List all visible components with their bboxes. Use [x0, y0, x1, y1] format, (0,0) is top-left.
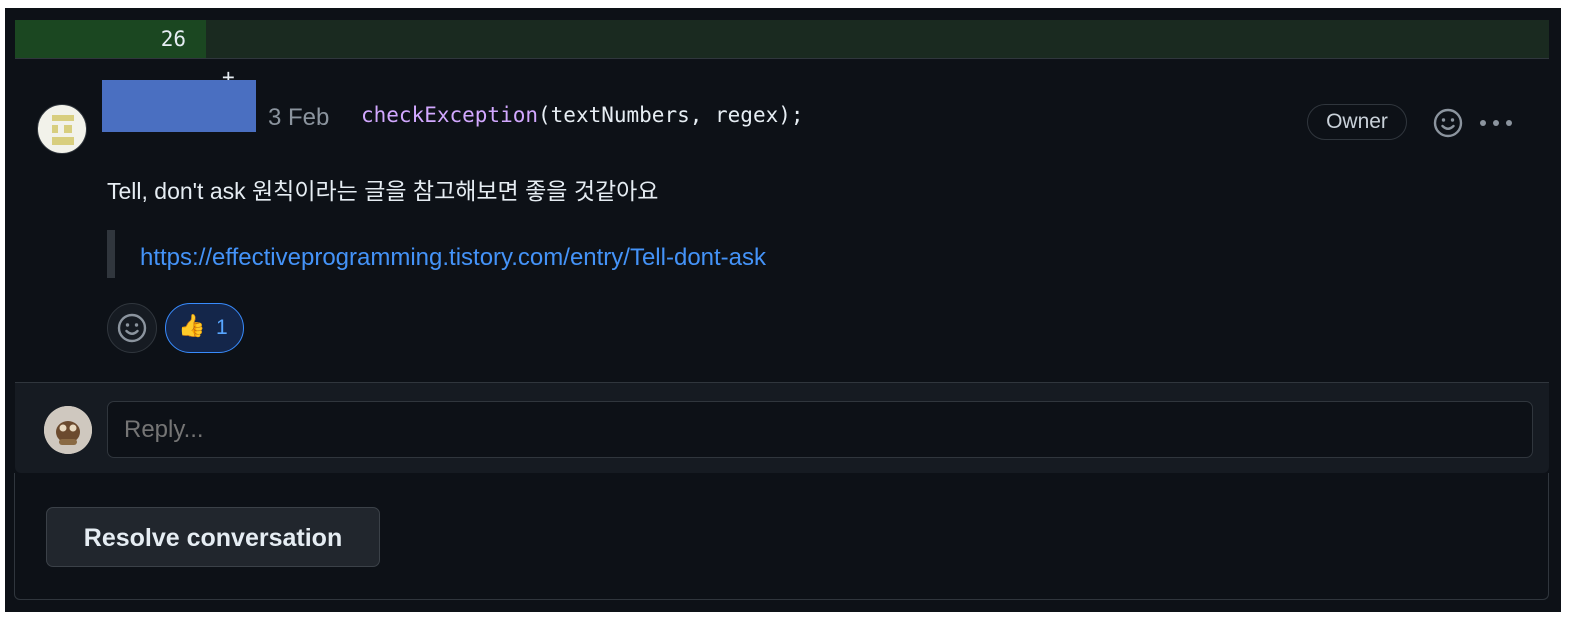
code-function: checkException — [361, 103, 539, 127]
smiley-icon — [117, 313, 147, 343]
add-reaction-button[interactable] — [107, 303, 157, 353]
comment-date[interactable]: 3 Feb — [268, 104, 329, 132]
comment-body: Tell, don't ask 원칙이라는 글을 참고해보면 좋을 것같아요 — [107, 178, 659, 204]
avatar-pixel — [52, 125, 58, 133]
thumbs-up-icon: 👍 — [178, 313, 206, 338]
blockquote-bar — [107, 230, 115, 278]
thumbs-up-reaction[interactable]: 👍 1 — [165, 303, 244, 353]
code-cell: + checkException(textNumbers, regex); — [206, 20, 1549, 127]
avatar[interactable] — [37, 104, 87, 154]
comment-link[interactable]: https://effectiveprogramming.tistory.com… — [140, 244, 766, 272]
avatar-pixel — [64, 125, 72, 133]
reaction-count: 1 — [216, 316, 228, 339]
avatar-pixel — [52, 115, 60, 121]
kebab-menu-icon[interactable] — [1478, 110, 1514, 136]
owner-badge: Owner — [1307, 104, 1407, 140]
avatar-pixel — [60, 115, 74, 121]
diff-line: 26 + checkException(textNumbers, regex); — [15, 20, 1549, 127]
current-user-avatar — [44, 406, 92, 454]
resolve-conversation-button[interactable]: Resolve conversation — [46, 507, 380, 567]
reply-input[interactable] — [107, 401, 1533, 458]
avatar-pixel — [52, 137, 74, 145]
line-number: 26 — [15, 20, 206, 58]
divider — [15, 58, 1549, 59]
code-text: checkException(textNumbers, regex); — [361, 96, 804, 134]
add-reaction-icon[interactable] — [1432, 107, 1464, 139]
code-args: (textNumbers, regex); — [538, 103, 804, 127]
redacted-username — [102, 80, 256, 132]
